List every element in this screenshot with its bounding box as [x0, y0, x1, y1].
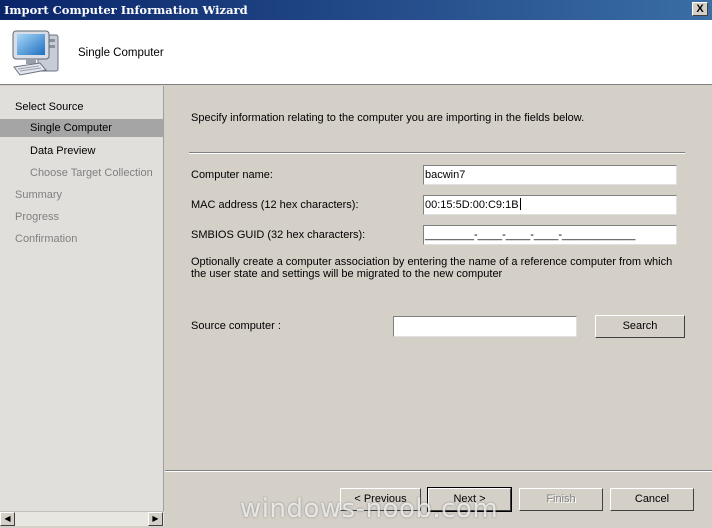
scroll-left-button[interactable]: ◀ — [0, 512, 15, 526]
computer-name-label: Computer name: — [191, 169, 273, 181]
mac-address-label: MAC address (12 hex characters): — [191, 199, 359, 211]
optional-association-text: Optionally create a computer association… — [191, 256, 673, 280]
computer-name-input[interactable]: bacwin7 — [423, 165, 677, 185]
cancel-button[interactable]: Cancel — [610, 488, 694, 511]
header-title: Single Computer — [78, 47, 164, 59]
smbios-guid-label: SMBIOS GUID (32 hex characters): — [191, 229, 366, 241]
computer-icon — [12, 30, 59, 76]
instruction-text: Specify information relating to the comp… — [191, 112, 585, 124]
finish-button: Finish — [519, 488, 603, 511]
text-cursor — [519, 198, 521, 210]
scroll-right-button[interactable]: ▶ — [148, 512, 163, 526]
source-computer-label: Source computer : — [191, 320, 281, 332]
window-title: Import Computer Information Wizard — [4, 3, 248, 17]
mac-address-value: 00:15:5D:00:C9:1B — [425, 199, 519, 211]
watermark: windows-noob.com — [240, 494, 499, 524]
sidebar-horizontal-scrollbar[interactable]: ◀ ▶ — [0, 511, 164, 526]
sidebar-item-confirmation: Confirmation — [15, 233, 78, 245]
sidebar-item-single-computer[interactable]: Single Computer — [0, 119, 163, 137]
arrow-left-icon: ◀ — [4, 514, 11, 523]
arrow-right-icon: ▶ — [152, 514, 159, 523]
sidebar-item-progress: Progress — [15, 211, 60, 223]
close-icon: X — [696, 3, 704, 15]
close-button[interactable]: X — [692, 2, 708, 16]
smbios-guid-input[interactable]: ________-____-____-____-____________ — [423, 225, 677, 245]
wizard-header: Single Computer — [0, 20, 712, 85]
title-bar: Import Computer Information Wizard X — [0, 0, 712, 20]
mac-address-input[interactable]: 00:15:5D:00:C9:1B — [423, 195, 677, 215]
sidebar-item-summary: Summary — [15, 189, 63, 201]
source-computer-input[interactable] — [393, 316, 577, 337]
separator — [189, 152, 685, 154]
wizard-content: Specify information relating to the comp… — [165, 86, 712, 528]
search-button[interactable]: Search — [595, 315, 685, 338]
sidebar-item-select-source[interactable]: Select Source — [0, 98, 178, 116]
footer-separator — [165, 470, 712, 472]
wizard-steps-sidebar: Select Source Single Computer Data Previ… — [0, 86, 164, 511]
